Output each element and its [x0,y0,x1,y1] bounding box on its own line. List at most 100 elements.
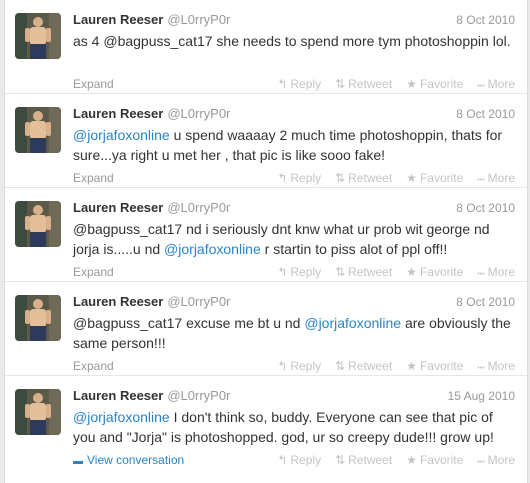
expand-link[interactable]: Expand [73,359,114,373]
more-icon: ••• [477,271,485,278]
favorite-label: Favorite [419,171,464,185]
favorite-button[interactable]: ★ Favorite [406,171,463,185]
retweet-button[interactable]: ⇅ Retweet [335,171,392,185]
more-button[interactable]: ••• More [477,171,515,185]
tweet-text-segment: r startin to piss alot of ppl off!! [260,241,448,257]
reply-button[interactable]: ↰ Reply [277,359,321,373]
more-label: More [487,453,515,467]
reply-label: Reply [290,359,322,373]
favorite-label: Favorite [419,453,464,467]
author-name[interactable]: Lauren Reeser [73,12,163,27]
tweet-footer: Expand ↰ Reply ⇅ Retweet ★ Favorite ••• More [73,170,515,186]
tweet-text-segment: as 4 @bagpuss_cat17 she needs to spend m… [73,33,511,49]
reply-label: Reply [290,265,322,279]
avatar[interactable] [15,13,61,59]
mention-link[interactable]: @jorjafoxonline [164,241,261,257]
tweet-date[interactable]: 15 Aug 2010 [448,387,515,405]
tweet-text: @bagpuss_cat17 excuse me bt u nd @jorjaf… [73,313,515,353]
mention-link[interactable]: @jorjafoxonline [73,409,170,425]
author-name[interactable]: Lauren Reeser [73,294,163,309]
author-handle[interactable]: @L0rryP0r [167,106,230,121]
retweet-icon: ⇅ [335,171,346,185]
favorite-button[interactable]: ★ Favorite [406,77,463,91]
retweet-button[interactable]: ⇅ Retweet [335,453,392,467]
reply-icon: ↰ [277,77,288,91]
reply-icon: ↰ [277,453,288,467]
author-handle[interactable]: @L0rryP0r [167,388,230,403]
expand-link[interactable]: Expand [73,265,114,279]
avatar-image [15,295,61,341]
tweet-text: @bagpuss_cat17 nd i seriously dnt knw wh… [73,219,515,259]
star-icon: ★ [406,265,417,279]
avatar-image [15,107,61,153]
mention-link[interactable]: @jorjafoxonline [304,315,401,331]
more-icon: ••• [477,83,485,90]
reply-button[interactable]: ↰ Reply [277,77,321,91]
author-handle[interactable]: @L0rryP0r [167,12,230,27]
more-button[interactable]: ••• More [477,265,515,279]
tweet-footer: Expand ↰ Reply ⇅ Retweet ★ Favorite ••• More [73,358,515,374]
more-button[interactable]: ••• More [477,453,515,467]
avatar[interactable] [15,295,61,341]
star-icon: ★ [406,359,417,373]
more-label: More [487,77,515,91]
tweet-item[interactable]: Lauren Reeser @L0rryP0r 8 Oct 2010 as 4 @ba… [5,0,527,94]
avatar-image [15,13,61,59]
more-icon: ••• [477,459,485,466]
more-label: More [487,359,515,373]
tweet-item[interactable]: Lauren Reeser @L0rryP0r 15 Aug 2010 @jorjaf… [5,376,527,470]
tweet-date[interactable]: 8 Oct 2010 [456,11,515,29]
avatar[interactable] [15,201,61,247]
author-name[interactable]: Lauren Reeser [73,200,163,215]
author-name[interactable]: Lauren Reeser [73,388,163,403]
avatar[interactable] [15,389,61,435]
favorite-button[interactable]: ★ Favorite [406,359,463,373]
author-handle[interactable]: @L0rryP0r [167,294,230,309]
tweet-date[interactable]: 8 Oct 2010 [456,199,515,217]
tweet-footer: ▬ View conversation ↰ Reply ⇅ Retweet ★ Favorit… [73,452,515,468]
retweet-label: Retweet [348,265,393,279]
author-name[interactable]: Lauren Reeser [73,106,163,121]
favorite-button[interactable]: ★ Favorite [406,453,463,467]
more-button[interactable]: ••• More [477,77,515,91]
reply-label: Reply [290,453,322,467]
avatar[interactable] [15,107,61,153]
retweet-button[interactable]: ⇅ Retweet [335,77,392,91]
retweet-label: Retweet [348,77,393,91]
tweet-item[interactable]: Lauren Reeser @L0rryP0r 8 Oct 2010 @bagpuss… [5,282,527,376]
tweet-date[interactable]: 8 Oct 2010 [456,293,515,311]
author-handle[interactable]: @L0rryP0r [167,200,230,215]
more-icon: ••• [477,177,485,184]
tweet-text: @jorjafoxonline u spend waaaay 2 much ti… [73,125,515,165]
tweet-header: Lauren Reeser @L0rryP0r 8 Oct 2010 [73,293,515,311]
tweet-actions: ↰ Reply ⇅ Retweet ★ Favorite ••• More [263,76,515,95]
tweet-footer: Expand ↰ Reply ⇅ Retweet ★ Favorite ••• More [73,264,515,280]
tweet-actions: ↰ Reply ⇅ Retweet ★ Favorite ••• More [263,358,515,377]
mention-link[interactable]: @jorjafoxonline [73,127,170,143]
favorite-button[interactable]: ★ Favorite [406,265,463,279]
tweet-actions: ↰ Reply ⇅ Retweet ★ Favorite ••• More [263,170,515,189]
reply-icon: ↰ [277,265,288,279]
favorite-label: Favorite [419,359,464,373]
tweet-actions: ↰ Reply ⇅ Retweet ★ Favorite ••• More [263,264,515,283]
star-icon: ★ [406,171,417,185]
tweet-text-segment: @bagpuss_cat17 excuse me bt u nd [73,315,305,331]
reply-icon: ↰ [277,359,288,373]
reply-button[interactable]: ↰ Reply [277,265,321,279]
tweet-item[interactable]: Lauren Reeser @L0rryP0r 8 Oct 2010 @bagpuss… [5,188,527,282]
tweet-date[interactable]: 8 Oct 2010 [456,105,515,123]
reply-button[interactable]: ↰ Reply [277,171,321,185]
retweet-icon: ⇅ [335,359,346,373]
tweet-text: @jorjafoxonline I don't think so, buddy.… [73,407,515,447]
view-conversation-link[interactable]: ▬ View conversation [73,453,184,467]
retweet-button[interactable]: ⇅ Retweet [335,359,392,373]
tweet-footer: Expand ↰ Reply ⇅ Retweet ★ Favorite ••• More [73,76,515,92]
expand-link[interactable]: Expand [73,77,114,91]
more-button[interactable]: ••• More [477,359,515,373]
tweet-item[interactable]: Lauren Reeser @L0rryP0r 8 Oct 2010 @jorjafo… [5,94,527,188]
retweet-button[interactable]: ⇅ Retweet [335,265,392,279]
expand-link[interactable]: Expand [73,171,114,185]
reply-icon: ↰ [277,171,288,185]
reply-button[interactable]: ↰ Reply [277,453,321,467]
more-label: More [487,265,515,279]
